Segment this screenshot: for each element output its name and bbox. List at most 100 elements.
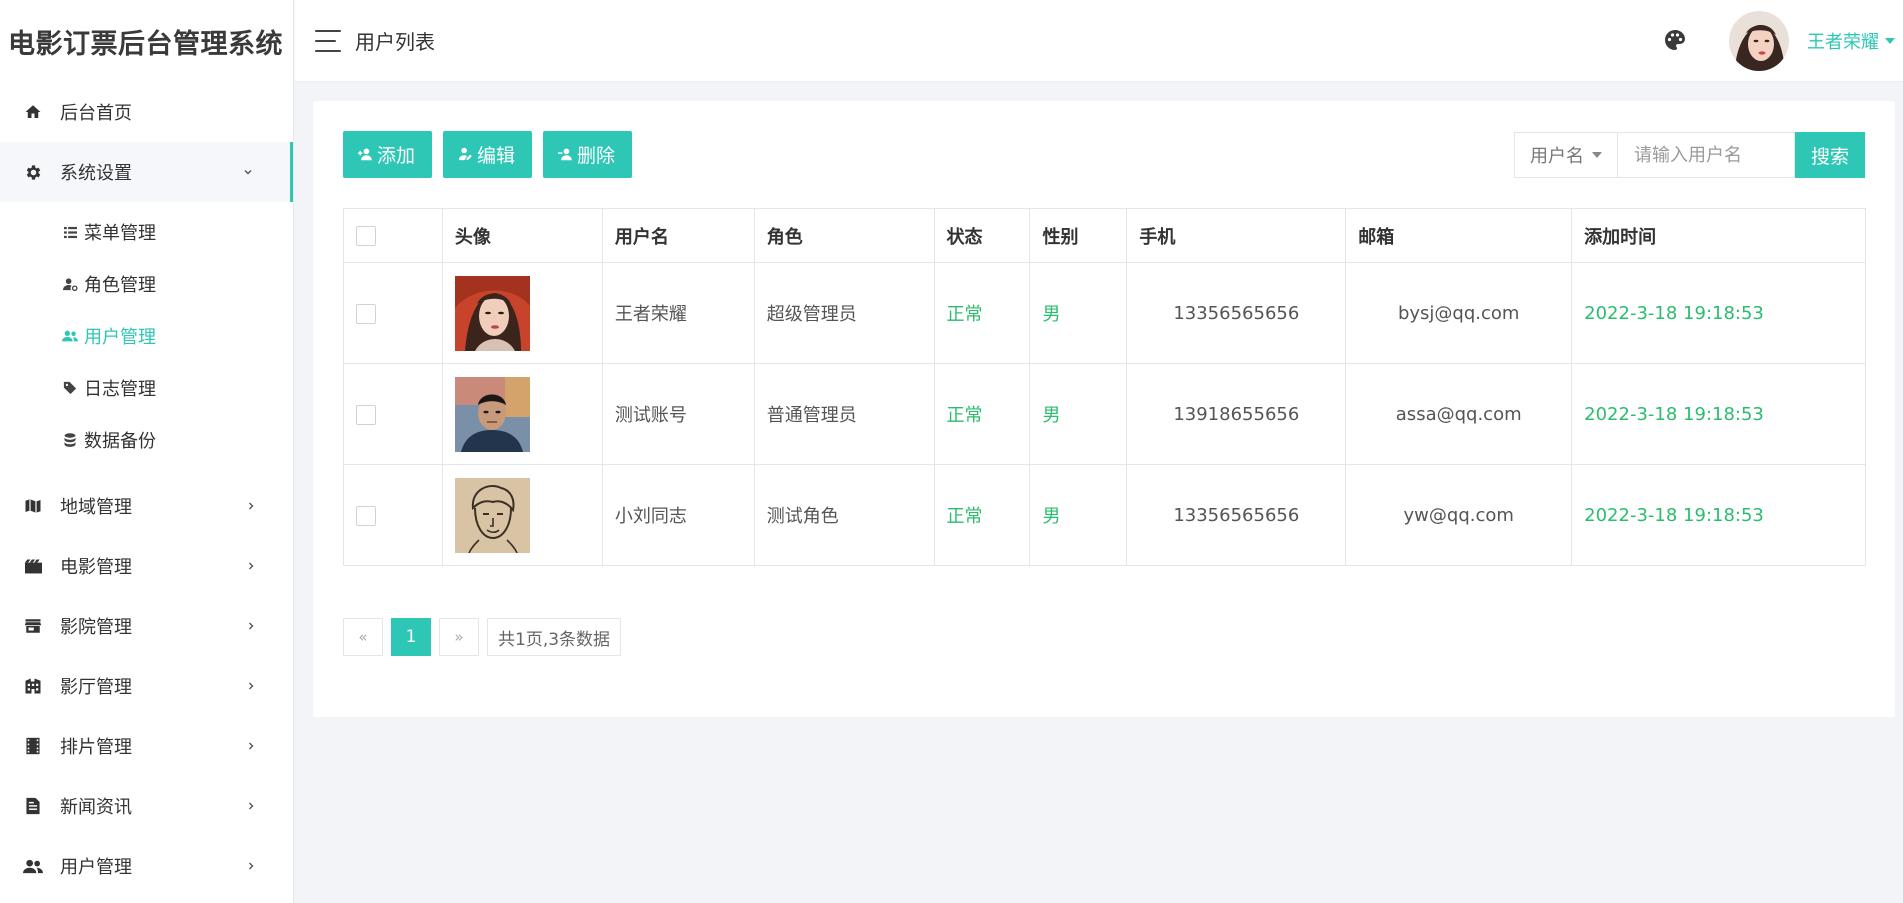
sidebar-subitem-label: 角色管理: [84, 275, 156, 296]
sidebar: 电影订票后台管理系统 后台首页 系统设置 菜单管理 角色管理 用户管理 日志管理…: [0, 0, 294, 903]
top-header: 用户列表 王者荣耀: [295, 0, 1903, 82]
user-table: 头像 用户名 角色 状态 性别 手机 邮箱 添加时间 王者荣耀 超级管理员 正常…: [343, 208, 1866, 566]
chevron-right-icon: [245, 620, 257, 632]
column-header: 角色: [753, 208, 935, 263]
sidebar-item-user-management[interactable]: 用户管理: [0, 310, 293, 362]
avatar-cell: [441, 464, 603, 566]
select-all-checkbox[interactable]: [356, 226, 376, 246]
delete-user-button[interactable]: 删除: [543, 131, 633, 178]
user-list-panel: 添加 编辑 删除 用户名 搜索 头像: [313, 101, 1895, 717]
add-button-label: 添加: [377, 145, 416, 167]
tag-icon: [62, 380, 78, 396]
row-checkbox[interactable]: [356, 505, 376, 526]
database-icon: [62, 432, 78, 448]
sidebar-item-hall[interactable]: 影厅管理: [0, 656, 293, 716]
select-all-cell: [343, 208, 443, 263]
user-menu[interactable]: 王者荣耀: [1807, 28, 1895, 54]
palette-icon[interactable]: [1663, 28, 1689, 54]
sidebar-item-label: 影院管理: [60, 617, 132, 638]
phone-cell: 13356565656: [1126, 262, 1347, 364]
chevron-right-icon: [245, 740, 257, 752]
add-user-button[interactable]: 添加: [343, 131, 433, 178]
user-remove-icon: [558, 147, 574, 163]
sidebar-item-label: 影厅管理: [60, 677, 132, 698]
search-input[interactable]: [1618, 132, 1795, 178]
edit-button-label: 编辑: [477, 145, 516, 167]
sidebar-subitem-label: 数据备份: [84, 431, 156, 452]
pagination-summary: 共1页,3条数据: [487, 618, 622, 656]
created-time-cell: 2022-3-18 19:18:53: [1571, 464, 1866, 566]
user-avatar: [454, 275, 530, 351]
avatar-cell: [441, 262, 603, 364]
sidebar-item-schedule[interactable]: 排片管理: [0, 716, 293, 776]
sidebar-subitem-label: 日志管理: [84, 379, 156, 400]
sidebar-item-news[interactable]: 新闻资讯: [0, 776, 293, 836]
sidebar-item-log-management[interactable]: 日志管理: [0, 362, 293, 414]
created-time-cell: 2022-3-18 19:18:53: [1571, 262, 1866, 364]
table-row[interactable]: 王者荣耀 超级管理员 正常 男 13356565656 bysj@qq.com …: [343, 262, 1866, 364]
avatar[interactable]: [1729, 11, 1789, 71]
username-cell: 小刘同志: [601, 464, 755, 566]
role-cell: 超级管理员: [753, 262, 935, 364]
sidebar-item-menu-management[interactable]: 菜单管理: [0, 206, 293, 258]
prev-page-button[interactable]: «: [343, 618, 383, 656]
sidebar-item-system-settings[interactable]: 系统设置: [0, 142, 293, 202]
email-cell: bysj@qq.com: [1345, 262, 1573, 364]
row-select-cell: [343, 262, 443, 364]
column-header: 性别: [1029, 208, 1128, 263]
sidebar-item-movie[interactable]: 电影管理: [0, 536, 293, 596]
action-toolbar: 添加 编辑 删除: [343, 131, 633, 178]
sidebar-item-label: 后台首页: [60, 103, 132, 124]
table-row[interactable]: 小刘同志 测试角色 正常 男 13356565656 yw@qq.com 202…: [343, 464, 1866, 566]
sidebar-item-cinema[interactable]: 影院管理: [0, 596, 293, 656]
user-add-icon: [358, 147, 374, 163]
row-checkbox[interactable]: [356, 404, 376, 425]
page-button-current[interactable]: 1: [391, 618, 431, 656]
sidebar-item-label: 新闻资讯: [60, 797, 132, 818]
username-label: 王者荣耀: [1807, 32, 1879, 53]
page-title: 用户列表: [355, 30, 435, 54]
edit-user-button[interactable]: 编辑: [443, 131, 533, 178]
phone-cell: 13356565656: [1126, 464, 1347, 566]
sidebar-item-home[interactable]: 后台首页: [0, 82, 293, 142]
row-select-cell: [343, 464, 443, 566]
user-settings-icon: [62, 276, 78, 292]
pagination: « 1 » 共1页,3条数据: [343, 618, 629, 656]
sidebar-item-label: 电影管理: [60, 557, 132, 578]
avatar-cell: [441, 363, 603, 465]
role-cell: 普通管理员: [753, 363, 935, 465]
film-icon: [22, 555, 44, 577]
sidebar-item-data-backup[interactable]: 数据备份: [0, 414, 293, 466]
chevron-right-icon: [245, 560, 257, 572]
row-select-cell: [343, 363, 443, 465]
email-cell: yw@qq.com: [1345, 464, 1573, 566]
search-bar: 用户名 搜索: [1514, 132, 1865, 178]
film-strip-icon: [22, 735, 44, 757]
gender-cell: 男: [1029, 464, 1128, 566]
status-cell: 正常: [933, 464, 1031, 566]
search-button[interactable]: 搜索: [1795, 132, 1865, 178]
table-header-row: 头像 用户名 角色 状态 性别 手机 邮箱 添加时间: [343, 208, 1866, 263]
home-icon: [22, 101, 44, 123]
column-header: 状态: [933, 208, 1031, 263]
sidebar-item-region[interactable]: 地域管理: [0, 476, 293, 536]
user-avatar: [454, 376, 530, 452]
chevron-down-icon: [242, 166, 254, 178]
next-page-button[interactable]: »: [439, 618, 479, 656]
user-edit-icon: [458, 147, 474, 163]
search-field-select[interactable]: 用户名: [1514, 132, 1618, 178]
sidebar-item-users[interactable]: 用户管理: [0, 836, 293, 896]
column-header: 用户名: [601, 208, 755, 263]
created-time-cell: 2022-3-18 19:18:53: [1571, 363, 1866, 465]
column-header: 添加时间: [1571, 208, 1866, 263]
sidebar-item-role-management[interactable]: 角色管理: [0, 258, 293, 310]
table-row[interactable]: 测试账号 普通管理员 正常 男 13918655656 assa@qq.com …: [343, 363, 1866, 465]
row-checkbox[interactable]: [356, 303, 376, 324]
list-icon: [62, 224, 78, 240]
caret-down-icon: [1885, 38, 1895, 44]
username-cell: 王者荣耀: [601, 262, 755, 364]
header-user-area: 王者荣耀: [1663, 0, 1903, 82]
menu-toggle-icon[interactable]: [315, 29, 341, 52]
system-settings-submenu: 菜单管理 角色管理 用户管理 日志管理 数据备份: [0, 202, 293, 476]
sidebar-item-label: 排片管理: [60, 737, 132, 758]
